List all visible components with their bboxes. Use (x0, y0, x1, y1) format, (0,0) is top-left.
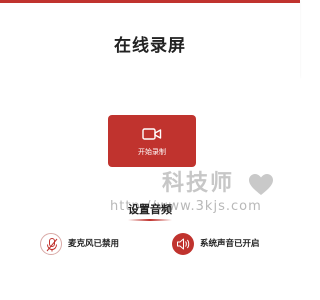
page-title: 在线录屏 (114, 36, 186, 56)
system-audio-toggle-circle (172, 233, 194, 255)
start-recording-button[interactable]: 开始录制 (108, 115, 196, 167)
top-accent-strip (0, 0, 300, 3)
microphone-status-label: 麦克风已禁用 (68, 239, 120, 249)
system-audio-toggle[interactable]: 系统声音已开启 (172, 233, 282, 257)
speaker-icon (177, 238, 190, 250)
start-recording-label: 开始录制 (138, 148, 166, 156)
microphone-muted-icon (46, 238, 58, 252)
microphone-toggle-circle (40, 233, 62, 255)
system-audio-status-label: 系统声音已开启 (200, 239, 260, 249)
microphone-toggle[interactable]: 麦克风已禁用 (40, 233, 140, 257)
video-camera-icon (142, 128, 162, 140)
audio-settings-title: 设置音频 (128, 203, 172, 216)
header-bar: 在线录屏 (0, 0, 300, 77)
section-title-underline (128, 219, 172, 221)
main-content (0, 77, 300, 300)
page: 在线录屏 开始录制 科技师 http://www.3kjs.com 设置音频 麦… (0, 0, 300, 300)
